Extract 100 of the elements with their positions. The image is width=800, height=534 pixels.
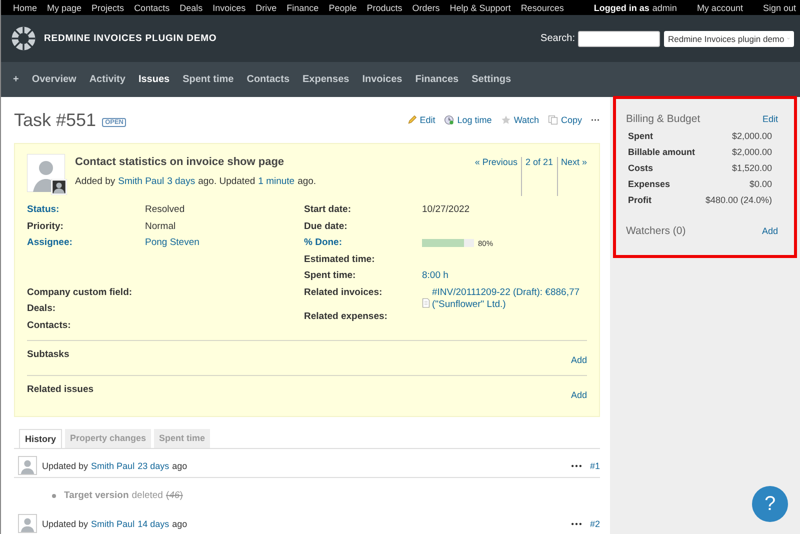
billing-label: Billable amount (628, 147, 696, 159)
logged-in-label: Logged in as (594, 2, 650, 12)
issue-action-link[interactable]: Log time (457, 115, 492, 125)
progress-bar (422, 239, 474, 247)
main-menu-tab[interactable]: Expenses (302, 74, 350, 85)
search-label: Search: (540, 33, 575, 44)
attribute-value-link[interactable]: 8:00 h (422, 270, 448, 286)
updated-link[interactable]: 1 minute (258, 176, 295, 187)
main-menu-tab[interactable]: Contacts (246, 74, 290, 85)
attribute-label[interactable]: Status: (27, 204, 145, 220)
section-title: Related issues (27, 384, 94, 397)
journal-number-link[interactable]: #1 (590, 460, 600, 470)
attribute-label: Related invoices: (304, 286, 384, 300)
age-link[interactable]: 23 days (138, 460, 170, 470)
more-icon[interactable] (570, 522, 582, 526)
sidebar-heading: Billing & Budget (626, 113, 700, 125)
attribute-label: Related expenses: (304, 310, 388, 324)
journal-text: Updated by (42, 518, 88, 528)
author-link[interactable]: Smith Paul (91, 518, 135, 528)
attribute-value: 10/27/2022 (422, 204, 470, 217)
add-link[interactable]: Add (570, 390, 587, 400)
top-menu-link[interactable]: Products (366, 2, 402, 12)
add-link[interactable]: Add (762, 226, 778, 236)
add-link[interactable]: Add (570, 355, 587, 365)
issue-action-link[interactable]: ··· (591, 115, 600, 125)
billing-label: Spent (628, 131, 654, 143)
attribute-label: Due date: (304, 220, 348, 234)
top-menu-link[interactable]: Deals (180, 2, 203, 12)
age-link[interactable]: 14 days (138, 518, 170, 528)
more-icon[interactable] (570, 464, 582, 468)
top-menu-link[interactable]: People (328, 2, 357, 12)
main-menu-tab[interactable]: + (13, 74, 19, 85)
issue-subject: Contact statistics on invoice show page (75, 156, 286, 168)
top-menu-link[interactable]: Finance (286, 2, 319, 12)
age-link[interactable]: 3 days (167, 176, 196, 187)
main-menu-tab[interactable]: Invoices (362, 74, 402, 85)
project-select[interactable]: Redmine Invoices plugin demo (664, 30, 794, 46)
main-menu-tab[interactable]: Overview (32, 74, 76, 85)
billing-value: $0.00 (749, 179, 772, 191)
attribute-label[interactable]: % Done: (304, 237, 422, 254)
billing-label: Costs (628, 163, 654, 175)
issue-action-link[interactable]: Watch (514, 115, 539, 125)
bullet-icon (52, 494, 56, 498)
attribute-value-link[interactable]: Pong Steven (145, 237, 200, 254)
document-icon (422, 298, 430, 308)
star-icon (500, 115, 511, 125)
top-menu-link[interactable]: Invoices (212, 2, 246, 12)
billing-label: Profit (628, 195, 652, 207)
attribute-label: Spent time: (304, 270, 357, 283)
top-menu-link[interactable]: Resources (520, 2, 564, 12)
account-link[interactable]: My account (696, 2, 743, 12)
journal-text: ago (172, 518, 188, 528)
edit-link[interactable]: Edit (762, 114, 778, 124)
avatar-icon (18, 456, 37, 475)
user-link[interactable]: admin (652, 2, 677, 12)
issue-nav-link[interactable]: « Previous (474, 157, 522, 196)
attribute-label: Estimated time: (304, 254, 376, 266)
issue-nav-link[interactable]: 2 of 21 (525, 157, 558, 196)
top-menu-link[interactable]: Help & Support (450, 2, 511, 12)
main-menu-tab[interactable]: Issues (138, 74, 170, 85)
top-menu-link[interactable]: Projects (92, 2, 124, 12)
author-link[interactable]: Smith Paul (91, 460, 135, 470)
invoice-link[interactable]: #INV/20111209-22 (Draft): €886,77 ("Sunflower" Ltd.) (432, 286, 582, 310)
top-menu-link[interactable]: Contacts (134, 2, 170, 12)
issue-nav-link[interactable]: Next » (560, 157, 587, 196)
top-menu-link[interactable]: Orders (412, 2, 440, 12)
detail-field: Target version (64, 490, 129, 501)
section-title: Subtasks (27, 349, 70, 362)
history-tab[interactable]: History (19, 429, 62, 448)
account-link[interactable]: Sign out (762, 2, 796, 12)
main-menu-tab[interactable]: Activity (89, 74, 126, 85)
pencil-icon (406, 115, 417, 125)
top-menu-link[interactable]: My page (47, 2, 82, 12)
attribute-value: Resolved (145, 204, 185, 217)
main-menu-tab[interactable]: Finances (415, 74, 459, 85)
clock-icon (444, 115, 454, 125)
issue-action-link[interactable]: Copy (560, 115, 582, 125)
attribute-label: Contacts: (27, 320, 72, 332)
journal-number-link[interactable]: #2 (590, 518, 600, 528)
copy-icon (548, 115, 558, 125)
author-link[interactable]: Smith Paul (118, 176, 164, 187)
journal-text: ago (172, 460, 188, 470)
main-menu-tab[interactable]: Settings (472, 74, 512, 85)
issue-action-link[interactable]: Edit (420, 115, 436, 125)
added-by-text: Added by (75, 176, 116, 187)
top-menu-link[interactable]: Home (13, 2, 38, 12)
billing-value: $1,520.00 (732, 163, 772, 175)
sidebar-heading: Watchers (0) (626, 225, 686, 237)
attribute-label[interactable]: Assignee: (27, 237, 145, 254)
main-menu-tab[interactable]: Spent time (182, 74, 234, 85)
attribute-label: Start date: (304, 204, 352, 217)
search-field[interactable] (578, 30, 660, 46)
top-menu-link[interactable]: Drive (256, 2, 277, 12)
attribute-value: Normal (145, 220, 176, 234)
issue-title: Task #551 (14, 110, 96, 130)
attribute-label: Deals: (27, 303, 57, 316)
updated-text: ago. Updated (198, 176, 256, 187)
billing-value: $480.00 (24.0%) (705, 195, 772, 207)
journal-text: Updated by (42, 460, 88, 470)
site-title: REDMINE INVOICES PLUGIN DEMO (44, 33, 217, 44)
